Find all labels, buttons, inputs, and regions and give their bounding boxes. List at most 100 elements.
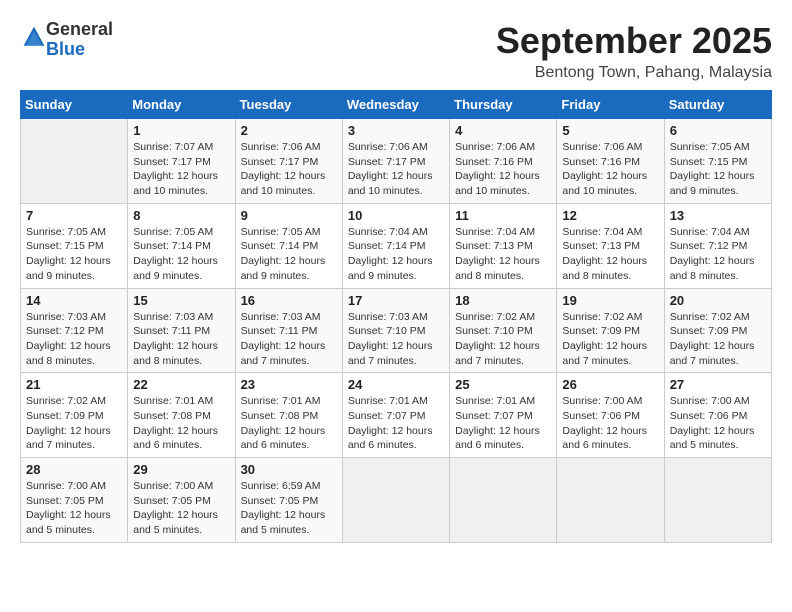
- calendar-cell: 8 Sunrise: 7:05 AMSunset: 7:14 PMDaylight…: [128, 203, 235, 288]
- header-monday: Monday: [128, 91, 235, 119]
- day-info: Sunrise: 7:02 AMSunset: 7:10 PMDaylight:…: [455, 310, 551, 369]
- calendar-cell: 19Sunrise: 7:02 AMSunset: 7:09 PMDayligh…: [557, 288, 664, 373]
- day-info: Sunrise: 6:59 AMSunset: 7:05 PMDaylight:…: [241, 479, 337, 538]
- logo-general: General: [46, 19, 113, 39]
- calendar-cell: [342, 458, 449, 543]
- day-info: Sunrise: 7:05 AMSunset: 7:14 PMDaylight:…: [241, 225, 337, 284]
- calendar-cell: 7 Sunrise: 7:05 AMSunset: 7:15 PMDaylight…: [21, 203, 128, 288]
- day-number: 24: [348, 377, 444, 392]
- title-area: September 2025 Bentong Town, Pahang, Mal…: [496, 20, 772, 82]
- day-info: Sunrise: 7:01 AMSunset: 7:07 PMDaylight:…: [348, 394, 444, 453]
- day-number: 10: [348, 208, 444, 223]
- calendar-cell: [557, 458, 664, 543]
- day-info: Sunrise: 7:01 AMSunset: 7:08 PMDaylight:…: [133, 394, 229, 453]
- day-number: 5: [562, 123, 658, 138]
- calendar-cell: 28 Sunrise: 7:00 AMSunset: 7:05 PMDayligh…: [21, 458, 128, 543]
- calendar-week-row: 21Sunrise: 7:02 AMSunset: 7:09 PMDayligh…: [21, 373, 772, 458]
- day-info: Sunrise: 7:04 AMSunset: 7:13 PMDaylight:…: [562, 225, 658, 284]
- day-info: Sunrise: 7:06 AMSunset: 7:16 PMDaylight:…: [455, 140, 551, 199]
- calendar-cell: 24 Sunrise: 7:01 AMSunset: 7:07 PMDayligh…: [342, 373, 449, 458]
- day-info: Sunrise: 7:03 AMSunset: 7:12 PMDaylight:…: [26, 310, 122, 369]
- day-info: Sunrise: 7:04 AMSunset: 7:12 PMDaylight:…: [670, 225, 766, 284]
- day-info: Sunrise: 7:06 AMSunset: 7:17 PMDaylight:…: [348, 140, 444, 199]
- header-tuesday: Tuesday: [235, 91, 342, 119]
- day-number: 21: [26, 377, 122, 392]
- calendar-cell: 25 Sunrise: 7:01 AMSunset: 7:07 PMDayligh…: [450, 373, 557, 458]
- calendar-cell: 27Sunrise: 7:00 AMSunset: 7:06 PMDayligh…: [664, 373, 771, 458]
- calendar-week-row: 1Sunrise: 7:07 AMSunset: 7:17 PMDaylight…: [21, 119, 772, 204]
- day-info: Sunrise: 7:01 AMSunset: 7:07 PMDaylight:…: [455, 394, 551, 453]
- day-info: Sunrise: 7:06 AMSunset: 7:16 PMDaylight:…: [562, 140, 658, 199]
- day-number: 7: [26, 208, 122, 223]
- calendar-week-row: 7 Sunrise: 7:05 AMSunset: 7:15 PMDaylight…: [21, 203, 772, 288]
- calendar-cell: 6 Sunrise: 7:05 AMSunset: 7:15 PMDaylight…: [664, 119, 771, 204]
- day-info: Sunrise: 7:02 AMSunset: 7:09 PMDaylight:…: [562, 310, 658, 369]
- calendar-week-row: 14 Sunrise: 7:03 AMSunset: 7:12 PMDayligh…: [21, 288, 772, 373]
- logo-icon: [22, 25, 46, 49]
- calendar-cell: 12 Sunrise: 7:04 AMSunset: 7:13 PMDayligh…: [557, 203, 664, 288]
- day-number: 28: [26, 462, 122, 477]
- calendar-table: SundayMondayTuesdayWednesdayThursdayFrid…: [20, 90, 772, 543]
- calendar-cell: 11 Sunrise: 7:04 AMSunset: 7:13 PMDayligh…: [450, 203, 557, 288]
- day-info: Sunrise: 7:05 AMSunset: 7:14 PMDaylight:…: [133, 225, 229, 284]
- page-header: General Blue September 2025 Bentong Town…: [20, 20, 772, 82]
- calendar-cell: 14 Sunrise: 7:03 AMSunset: 7:12 PMDayligh…: [21, 288, 128, 373]
- logo-blue: Blue: [46, 39, 85, 59]
- calendar-cell: 18 Sunrise: 7:02 AMSunset: 7:10 PMDayligh…: [450, 288, 557, 373]
- day-number: 2: [241, 123, 337, 138]
- day-number: 17: [348, 293, 444, 308]
- header-wednesday: Wednesday: [342, 91, 449, 119]
- calendar-cell: 21Sunrise: 7:02 AMSunset: 7:09 PMDayligh…: [21, 373, 128, 458]
- day-info: Sunrise: 7:03 AMSunset: 7:11 PMDaylight:…: [133, 310, 229, 369]
- calendar-cell: [664, 458, 771, 543]
- calendar-cell: 2 Sunrise: 7:06 AMSunset: 7:17 PMDaylight…: [235, 119, 342, 204]
- calendar-week-row: 28 Sunrise: 7:00 AMSunset: 7:05 PMDayligh…: [21, 458, 772, 543]
- day-info: Sunrise: 7:02 AMSunset: 7:09 PMDaylight:…: [670, 310, 766, 369]
- calendar-cell: [21, 119, 128, 204]
- day-number: 23: [241, 377, 337, 392]
- calendar-cell: 23 Sunrise: 7:01 AMSunset: 7:08 PMDayligh…: [235, 373, 342, 458]
- calendar-cell: 29 Sunrise: 7:00 AMSunset: 7:05 PMDayligh…: [128, 458, 235, 543]
- calendar-cell: 4 Sunrise: 7:06 AMSunset: 7:16 PMDaylight…: [450, 119, 557, 204]
- day-number: 9: [241, 208, 337, 223]
- day-number: 14: [26, 293, 122, 308]
- calendar-cell: 20Sunrise: 7:02 AMSunset: 7:09 PMDayligh…: [664, 288, 771, 373]
- calendar-cell: 26Sunrise: 7:00 AMSunset: 7:06 PMDayligh…: [557, 373, 664, 458]
- day-info: Sunrise: 7:06 AMSunset: 7:17 PMDaylight:…: [241, 140, 337, 199]
- day-info: Sunrise: 7:00 AMSunset: 7:06 PMDaylight:…: [562, 394, 658, 453]
- calendar-cell: 13 Sunrise: 7:04 AMSunset: 7:12 PMDayligh…: [664, 203, 771, 288]
- header-thursday: Thursday: [450, 91, 557, 119]
- day-number: 6: [670, 123, 766, 138]
- day-info: Sunrise: 7:00 AMSunset: 7:05 PMDaylight:…: [133, 479, 229, 538]
- day-info: Sunrise: 7:05 AMSunset: 7:15 PMDaylight:…: [670, 140, 766, 199]
- calendar-cell: 16 Sunrise: 7:03 AMSunset: 7:11 PMDayligh…: [235, 288, 342, 373]
- day-number: 13: [670, 208, 766, 223]
- day-number: 8: [133, 208, 229, 223]
- calendar-cell: 17Sunrise: 7:03 AMSunset: 7:10 PMDayligh…: [342, 288, 449, 373]
- header-sunday: Sunday: [21, 91, 128, 119]
- day-info: Sunrise: 7:03 AMSunset: 7:11 PMDaylight:…: [241, 310, 337, 369]
- day-info: Sunrise: 7:01 AMSunset: 7:08 PMDaylight:…: [241, 394, 337, 453]
- day-info: Sunrise: 7:04 AMSunset: 7:14 PMDaylight:…: [348, 225, 444, 284]
- calendar-cell: 9 Sunrise: 7:05 AMSunset: 7:14 PMDaylight…: [235, 203, 342, 288]
- day-number: 25: [455, 377, 551, 392]
- day-info: Sunrise: 7:00 AMSunset: 7:05 PMDaylight:…: [26, 479, 122, 538]
- day-number: 16: [241, 293, 337, 308]
- day-number: 12: [562, 208, 658, 223]
- day-number: 15: [133, 293, 229, 308]
- calendar-cell: 10 Sunrise: 7:04 AMSunset: 7:14 PMDayligh…: [342, 203, 449, 288]
- day-number: 18: [455, 293, 551, 308]
- day-info: Sunrise: 7:07 AMSunset: 7:17 PMDaylight:…: [133, 140, 229, 199]
- day-number: 30: [241, 462, 337, 477]
- day-info: Sunrise: 7:05 AMSunset: 7:15 PMDaylight:…: [26, 225, 122, 284]
- calendar-cell: 15 Sunrise: 7:03 AMSunset: 7:11 PMDayligh…: [128, 288, 235, 373]
- day-number: 11: [455, 208, 551, 223]
- header-friday: Friday: [557, 91, 664, 119]
- logo: General Blue: [20, 20, 113, 60]
- day-number: 4: [455, 123, 551, 138]
- day-number: 27: [670, 377, 766, 392]
- day-info: Sunrise: 7:04 AMSunset: 7:13 PMDaylight:…: [455, 225, 551, 284]
- header-saturday: Saturday: [664, 91, 771, 119]
- day-number: 29: [133, 462, 229, 477]
- day-number: 3: [348, 123, 444, 138]
